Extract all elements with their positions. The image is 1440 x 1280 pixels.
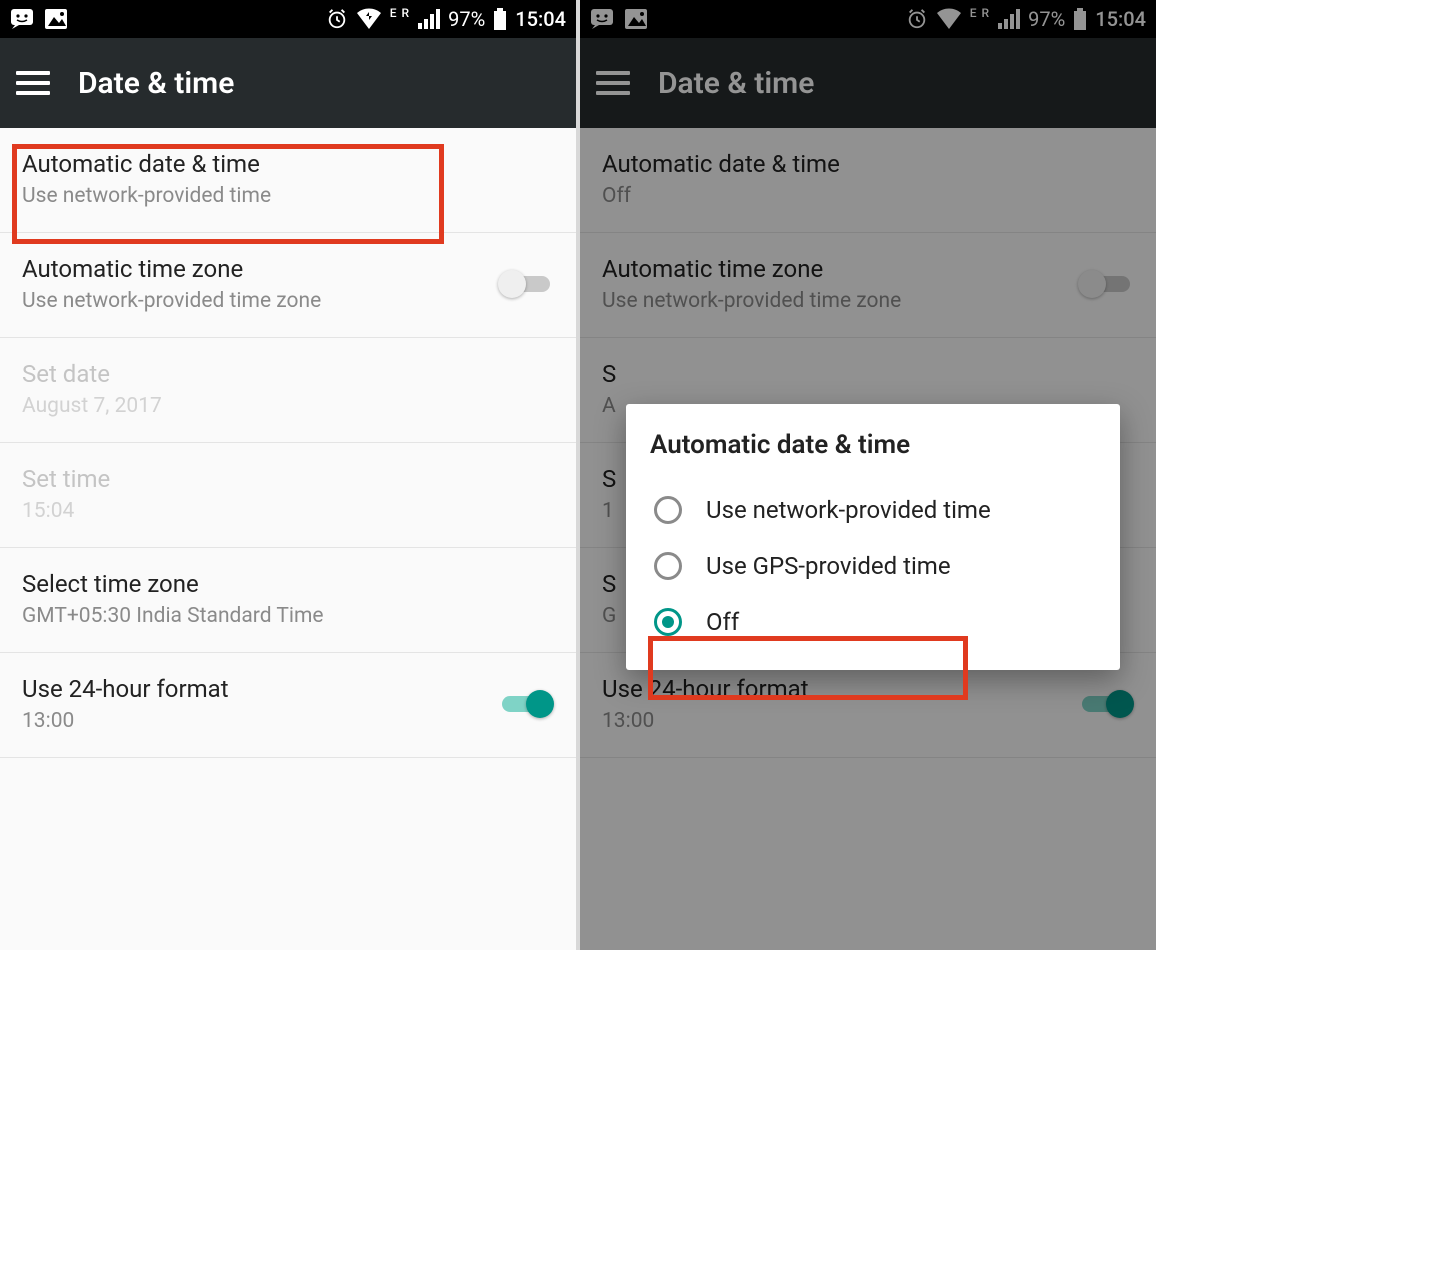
alarm-icon [326, 8, 348, 30]
radio-icon [654, 552, 682, 580]
photo-icon [44, 8, 68, 30]
toggle-auto-time-zone[interactable] [498, 270, 554, 298]
option-label: Use network-provided time [706, 496, 991, 524]
row-title: Set time [22, 465, 554, 493]
network-er-label: E R [390, 6, 410, 20]
wifi-icon [356, 8, 382, 30]
status-bar: E R 97% 15:04 [0, 0, 576, 38]
option-gps-time[interactable]: Use GPS-provided time [650, 538, 1096, 594]
row-subtitle: August 7, 2017 [22, 394, 554, 418]
row-title: Automatic date & time [22, 150, 554, 178]
battery-icon [493, 8, 507, 30]
messaging-icon [10, 8, 34, 30]
dialog-auto-date-time: Automatic date & time Use network-provid… [626, 404, 1120, 670]
toggle-24h-format[interactable] [498, 690, 554, 718]
page-title: Date & time [78, 66, 234, 101]
menu-icon[interactable] [16, 71, 50, 95]
row-subtitle: Use network-provided time zone [22, 289, 498, 313]
row-subtitle: 15:04 [22, 499, 554, 523]
row-subtitle: Use network-provided time [22, 184, 554, 208]
battery-percent: 97% [448, 7, 485, 31]
phone-right: E R 97% 15:04 Date & time Automatic date… [580, 0, 1156, 950]
row-title: Select time zone [22, 570, 554, 598]
clock-label: 15:04 [515, 7, 566, 31]
option-network-time[interactable]: Use network-provided time [650, 482, 1096, 538]
radio-icon [654, 608, 682, 636]
radio-icon [654, 496, 682, 524]
signal-icon [418, 9, 440, 29]
app-bar: Date & time [0, 38, 576, 128]
row-subtitle: 13:00 [22, 709, 498, 733]
row-title: Use 24-hour format [22, 675, 498, 703]
settings-list: Automatic date & time Use network-provid… [0, 128, 576, 758]
row-subtitle: GMT+05:30 India Standard Time [22, 604, 554, 628]
option-label: Off [706, 608, 739, 636]
row-set-date: Set date August 7, 2017 [0, 338, 576, 443]
row-auto-time-zone[interactable]: Automatic time zone Use network-provided… [0, 233, 576, 338]
row-title: Automatic time zone [22, 255, 498, 283]
phone-left: E R 97% 15:04 Date & time Automatic date… [0, 0, 576, 950]
option-label: Use GPS-provided time [706, 552, 951, 580]
option-off[interactable]: Off [650, 594, 1096, 650]
row-title: Set date [22, 360, 554, 388]
row-set-time: Set time 15:04 [0, 443, 576, 548]
row-auto-date-time[interactable]: Automatic date & time Use network-provid… [0, 128, 576, 233]
row-24h-format[interactable]: Use 24-hour format 13:00 [0, 653, 576, 758]
dialog-title: Automatic date & time [650, 430, 1096, 460]
row-select-time-zone[interactable]: Select time zone GMT+05:30 India Standar… [0, 548, 576, 653]
